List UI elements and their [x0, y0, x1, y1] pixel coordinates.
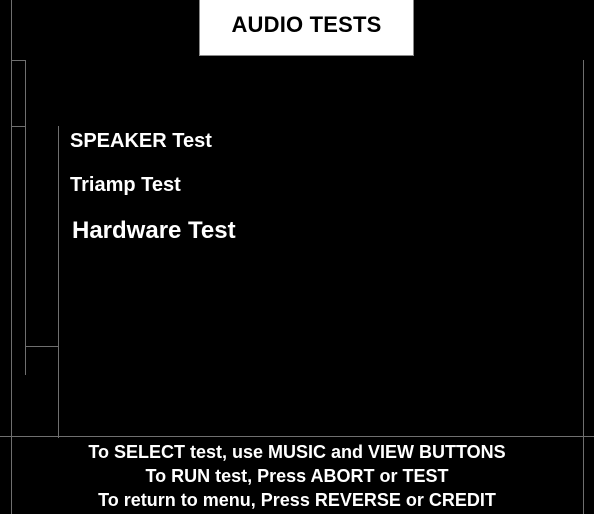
audio-tests-screen: AUDIO TESTS SPEAKER Test Triamp Test Har…	[0, 0, 594, 514]
left-top-guide-tick	[11, 60, 26, 61]
instruction-select: To SELECT test, use MUSIC and VIEW BUTTO…	[88, 442, 506, 462]
menu-item-speaker-test[interactable]: SPEAKER Test	[70, 130, 212, 153]
menu-item-triamp-test[interactable]: Triamp Test	[70, 174, 181, 197]
instruction-run: To RUN test, Press ABORT or TEST	[145, 466, 449, 486]
menu-item-hardware-test[interactable]: Hardware Test	[72, 217, 236, 245]
left-inner-guide-line	[25, 60, 26, 375]
title-inner: AUDIO TESTS	[203, 0, 410, 50]
footer-separator-line	[0, 436, 594, 437]
page-title: AUDIO TESTS	[231, 12, 382, 37]
instructions-footer: To SELECT test, use MUSIC and VIEW BUTTO…	[0, 440, 594, 512]
left-lower-guide-tick	[25, 346, 59, 347]
content-left-border	[58, 126, 59, 438]
left-middle-guide-tick	[11, 126, 26, 127]
instruction-return: To return to menu, Press REVERSE or CRED…	[98, 490, 496, 510]
